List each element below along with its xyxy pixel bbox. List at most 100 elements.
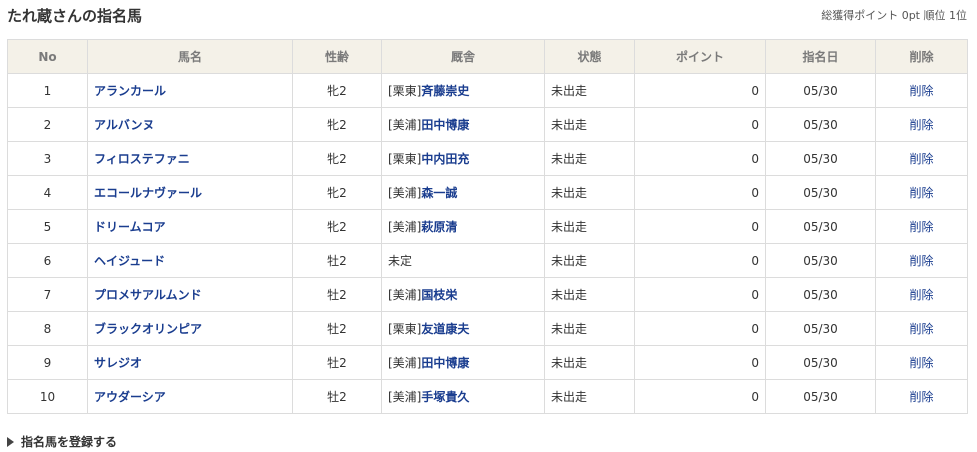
delete-link[interactable]: 削除 <box>909 220 933 234</box>
cell-stable: [美浦]森一誠 <box>381 175 545 210</box>
cell-status: 未出走 <box>544 277 635 312</box>
delete-link[interactable]: 削除 <box>909 390 933 404</box>
cell-stable: [美浦]田中博康 <box>381 107 545 142</box>
cell-horse-name: アウダーシア <box>87 379 293 414</box>
header-col-stable: 厩舎 <box>381 39 545 74</box>
horse-name-link[interactable]: エコールナヴァール <box>94 186 202 200</box>
delete-link[interactable]: 削除 <box>909 186 933 200</box>
cell-no: 8 <box>7 311 88 346</box>
cell-no: 1 <box>7 73 88 108</box>
table-row: 6 ヘイジュード 牡2 未定 未出走 0 05/30 削除 <box>7 243 968 278</box>
cell-points: 0 <box>634 141 766 176</box>
trainer-link[interactable]: 田中博康 <box>421 118 469 132</box>
table-row: 5 ドリームコア 牝2 [美浦]萩原清 未出走 0 05/30 削除 <box>7 209 968 244</box>
delete-link[interactable]: 削除 <box>909 118 933 132</box>
trainer-link[interactable]: 国枝栄 <box>421 288 457 302</box>
total-points-value: 0pt <box>901 9 920 22</box>
stable-region: [美浦] <box>388 288 422 302</box>
horse-name-link[interactable]: アウダーシア <box>94 390 166 404</box>
cell-delete: 削除 <box>875 243 968 278</box>
trainer-link[interactable]: 手塚貴久 <box>421 390 469 404</box>
horse-name-link[interactable]: フィロステファニ <box>94 152 190 166</box>
trainer-link[interactable]: 斉藤崇史 <box>421 84 469 98</box>
cell-stable: 未定 <box>381 243 545 278</box>
nominated-horses-table: No 馬名 性齢 厩舎 状態 ポイント 指名日 削除 1 アランカール 牝2 [栗東]斉藤崇史 未出走… <box>7 39 968 414</box>
page-title: たれ蔵さんの指名馬 <box>7 7 143 25</box>
register-horse-link[interactable]: 指名馬を登録する <box>7 433 117 450</box>
header-col-points: ポイント <box>634 39 766 74</box>
stable-region: [美浦] <box>388 356 422 370</box>
delete-link[interactable]: 削除 <box>909 356 933 370</box>
cell-sex-age: 牡2 <box>292 379 382 414</box>
cell-stable: [栗東]斉藤崇史 <box>381 73 545 108</box>
table-row: 8 ブラックオリンピア 牡2 [栗東]友道康夫 未出走 0 05/30 削除 <box>7 311 968 346</box>
table-row: 10 アウダーシア 牡2 [美浦]手塚貴久 未出走 0 05/30 削除 <box>7 379 968 414</box>
cell-date: 05/30 <box>765 209 876 244</box>
stable-region: [栗東] <box>388 152 422 166</box>
cell-delete: 削除 <box>875 175 968 210</box>
cell-stable: [美浦]国枝栄 <box>381 277 545 312</box>
register-horse-label: 指名馬を登録する <box>21 435 118 449</box>
cell-sex-age: 牡2 <box>292 345 382 380</box>
horse-name-link[interactable]: アランカール <box>94 84 166 98</box>
delete-link[interactable]: 削除 <box>909 322 933 336</box>
cell-horse-name: アランカール <box>87 73 293 108</box>
delete-link[interactable]: 削除 <box>909 152 933 166</box>
cell-date: 05/30 <box>765 379 876 414</box>
delete-link[interactable]: 削除 <box>909 288 933 302</box>
trainer-link[interactable]: 田中博康 <box>421 356 469 370</box>
cell-no: 9 <box>7 345 88 380</box>
horse-name-link[interactable]: サレジオ <box>94 356 142 370</box>
cell-status: 未出走 <box>544 73 635 108</box>
stable-region: [美浦] <box>388 220 422 234</box>
cell-points: 0 <box>634 243 766 278</box>
cell-horse-name: サレジオ <box>87 345 293 380</box>
cell-points: 0 <box>634 209 766 244</box>
cell-delete: 削除 <box>875 141 968 176</box>
table-row: 7 プロメサアルムンド 牡2 [美浦]国枝栄 未出走 0 05/30 削除 <box>7 277 968 312</box>
cell-date: 05/30 <box>765 345 876 380</box>
cell-horse-name: フィロステファニ <box>87 141 293 176</box>
cell-date: 05/30 <box>765 277 876 312</box>
cell-stable: [美浦]田中博康 <box>381 345 545 380</box>
delete-link[interactable]: 削除 <box>909 84 933 98</box>
trainer-link[interactable]: 萩原清 <box>421 220 457 234</box>
horse-name-link[interactable]: ヘイジュード <box>94 254 165 268</box>
cell-status: 未出走 <box>544 141 635 176</box>
stable-region: [美浦] <box>388 186 422 200</box>
cell-no: 7 <box>7 277 88 312</box>
cell-no: 4 <box>7 175 88 210</box>
cell-delete: 削除 <box>875 311 968 346</box>
table-row: 3 フィロステファニ 牝2 [栗東]中内田充 未出走 0 05/30 削除 <box>7 141 968 176</box>
cell-stable: [栗東]中内田充 <box>381 141 545 176</box>
horse-name-link[interactable]: アルバンヌ <box>94 118 154 132</box>
horse-name-link[interactable]: ドリームコア <box>94 220 166 234</box>
cell-status: 未出走 <box>544 345 635 380</box>
stable-region: 未定 <box>388 254 413 268</box>
table-row: 9 サレジオ 牡2 [美浦]田中博康 未出走 0 05/30 削除 <box>7 345 968 380</box>
cell-no: 6 <box>7 243 88 278</box>
cell-date: 05/30 <box>765 311 876 346</box>
rank-value: 1位 <box>949 9 967 22</box>
delete-link[interactable]: 削除 <box>909 254 933 268</box>
cell-no: 2 <box>7 107 88 142</box>
cell-points: 0 <box>634 277 766 312</box>
trainer-link[interactable]: 森一誠 <box>421 186 457 200</box>
stable-region: [美浦] <box>388 118 422 132</box>
cell-horse-name: ドリームコア <box>87 209 293 244</box>
cell-no: 3 <box>7 141 88 176</box>
horse-name-link[interactable]: ブラックオリンピア <box>94 322 202 336</box>
table-row: 4 エコールナヴァール 牝2 [美浦]森一誠 未出走 0 05/30 削除 <box>7 175 968 210</box>
cell-status: 未出走 <box>544 209 635 244</box>
cell-horse-name: ブラックオリンピア <box>87 311 293 346</box>
rank-label: 順位 <box>923 9 946 22</box>
horse-name-link[interactable]: プロメサアルムンド <box>94 288 202 302</box>
cell-horse-name: アルバンヌ <box>87 107 293 142</box>
trainer-link[interactable]: 中内田充 <box>421 152 469 166</box>
stable-region: [美浦] <box>388 390 422 404</box>
trainer-link[interactable]: 友道康夫 <box>421 322 469 336</box>
cell-points: 0 <box>634 175 766 210</box>
cell-sex-age: 牝2 <box>292 175 382 210</box>
header-col-name: 馬名 <box>87 39 293 74</box>
cell-status: 未出走 <box>544 175 635 210</box>
